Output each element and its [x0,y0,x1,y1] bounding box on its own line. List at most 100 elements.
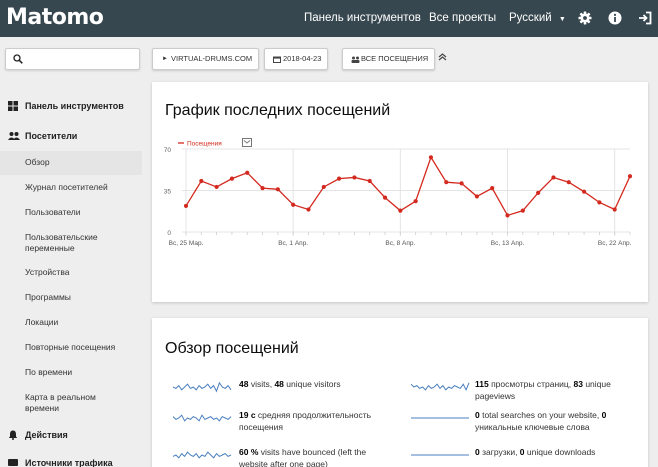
data-point [428,155,434,160]
sidebar-category-label: Действия [25,430,68,440]
sparkline-line [172,451,232,459]
kpi-value: 19 с [239,410,256,420]
data-point [444,180,449,185]
sidebar-category-referrers[interactable]: Источники трафика [0,458,142,467]
sidebar-item-times[interactable]: По времени [0,367,142,378]
data-point [474,194,479,199]
sidebar-item-engagement[interactable]: Повторные посещения [0,342,142,353]
evolution-chart: 0 35 70 Вс, 25 Мар. Вс, 1 Апр. Вс, 8 Апр. Вс, … [164,138,633,247]
y-tick-label: 0 [167,230,171,237]
sidebar-item-software[interactable]: Программы [0,292,142,303]
sidebar-category-actions[interactable]: Действия [0,430,142,440]
kpi-right-0: 115 просмотры страниц, 83 unique pagevie… [475,379,611,401]
data-point [612,207,617,212]
data-point [245,170,250,175]
sidebar-item-visits-log[interactable]: Журнал посетителей [0,182,142,193]
kpi-left-0: 48 visits, 48 unique visitors [239,379,341,389]
site-selector[interactable]: ► VIRTUAL-DRUMS.COM [152,48,260,70]
site-selector-label: VIRTUAL-DRUMS.COM [171,54,253,63]
data-point [275,187,280,192]
sparkline[interactable] [172,447,232,461]
data-point [551,175,556,180]
top-bar: Matomo Панель инструментов Все проекты Р… [0,0,658,37]
calendar-icon [273,56,281,63]
legend-label: Посещения [187,141,222,148]
data-point [566,180,571,185]
kpi-value: 0 [475,447,480,457]
info-icon[interactable] [607,10,623,26]
sparkline[interactable] [410,379,470,393]
data-point [398,208,403,213]
sign-out-icon[interactable] [637,10,653,26]
matomo-logo[interactable]: Matomo [6,5,104,30]
sidebar-item-user-ids[interactable]: Пользователи [0,207,142,218]
data-point [367,178,372,184]
visits-overview-title: Обзор посещений [165,340,299,357]
kpi-value: 60 % [239,447,259,457]
data-point [291,202,296,207]
chevron-up-icon[interactable] [438,53,447,64]
segment-icon [351,56,360,63]
kpi-right-2: 0 загрузки, 0 unique downloads [475,447,596,457]
sparkline-line [172,414,232,422]
date-selector[interactable]: 2018-04-23 [264,48,329,70]
kpi-value: 0 [519,447,525,457]
menu-search-box[interactable] [5,48,140,70]
data-point [459,181,464,186]
sparkline[interactable] [172,379,232,393]
x-tick-label: Вс, 1 Апр. [278,240,308,247]
data-point [520,208,525,213]
kpi-left-1: 19 с средняя продолжительность посещения [239,410,372,432]
gear-icon[interactable] [577,10,593,26]
segment-selector[interactable]: ВСЕ ПОСЕЩЕНИЯ [342,48,436,70]
x-tick-label: Вс, 25 Мар. [169,240,204,247]
segment-selector-label: ВСЕ ПОСЕЩЕНИЯ [361,54,429,63]
search-icon [13,54,23,64]
sparkline[interactable] [172,410,232,424]
data-point [260,186,265,191]
series-line-visits [185,155,631,217]
caret-down-icon: ▼ [558,16,566,23]
x-tick-label: Вс, 22 Апр. [598,240,632,247]
data-point [627,174,633,179]
sidebar-item-custom-variables[interactable]: Пользовательские переменные [0,232,120,254]
kpi-value: 48 [274,379,284,389]
visits-overview-card: Обзор посещений 48 visits, 48 unique vis… [152,318,648,467]
y-tick-label: 70 [164,147,172,154]
sidebar-item-overview[interactable]: Обзор [0,151,142,175]
sidebar-item-devices[interactable]: Устройства [0,267,142,278]
data-point [597,200,602,205]
referrers-icon [8,459,18,466]
data-point [214,184,219,190]
sidebar-category-dashboard[interactable]: Панель инструментов [0,101,142,111]
sidebar-item-realtime-map[interactable]: Карта в реальном времени [0,392,118,414]
sparkline[interactable] [410,447,470,461]
nav-dashboard-link[interactable]: Панель инструментов [304,0,421,37]
data-point [352,175,357,180]
sidebar-category-label: Панель инструментов [25,101,124,111]
search-input[interactable] [28,51,136,67]
dashboard-icon [8,101,18,111]
data-point [413,199,418,204]
data-point [490,186,495,191]
sparkline[interactable] [410,410,470,424]
sidebar: Панель инструментов Посетители Обзор Жур… [0,90,142,467]
kpi-right-1: 0 total searches on your website, 0 уник… [475,410,607,432]
evolution-graph-card: График последних посещений 0 35 70 Вс, 25 М… [152,82,648,302]
kpi-value: 0 [601,410,607,420]
data-point [382,195,388,200]
data-point [536,190,541,195]
data-point [337,176,342,181]
language-label: Русский [509,12,552,24]
sidebar-item-locations[interactable]: Локации [0,317,142,328]
nav-all-websites-link[interactable]: Все проекты [429,0,496,37]
caret-right-icon: ► [162,56,168,62]
kpi-value: 115 [475,379,489,389]
sidebar-category-label: Источники трафика [25,458,113,467]
kpi-value: 0 [475,410,480,420]
data-point [183,203,189,209]
users-icon [8,132,20,140]
sidebar-category-visitors[interactable]: Посетители [0,131,142,141]
language-selector[interactable]: Русский ▼ [509,0,566,37]
data-point [505,213,510,218]
